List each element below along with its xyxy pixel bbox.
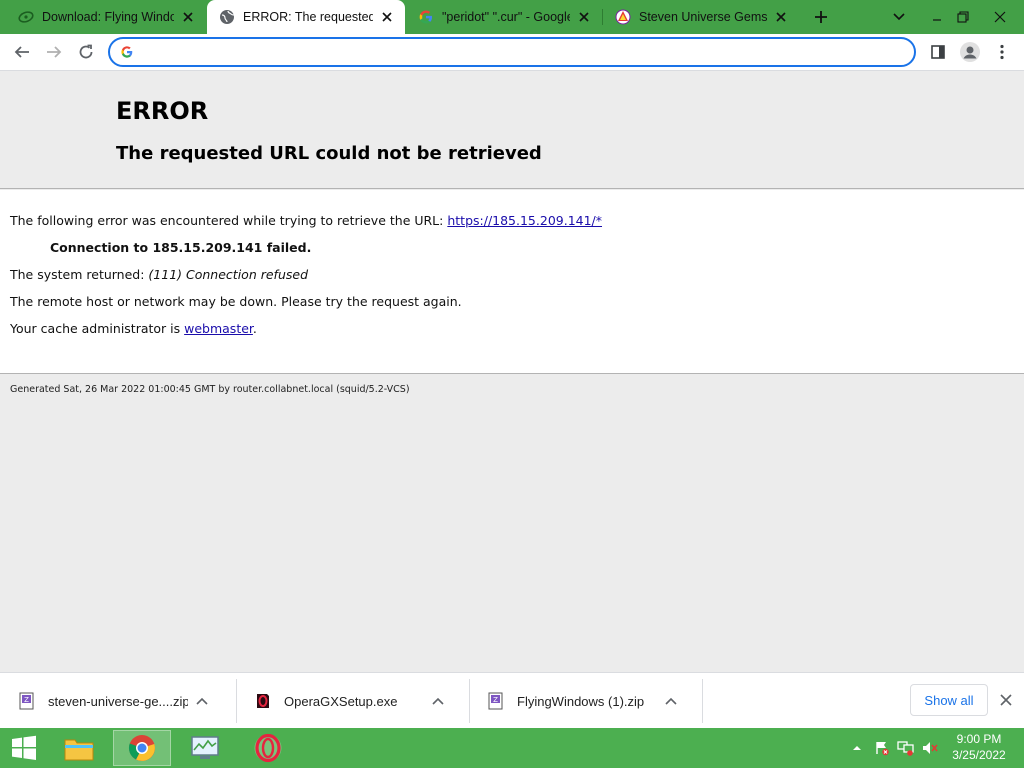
download-item[interactable]: Z FlyingWindows (1).zip: [469, 679, 702, 723]
restore-button[interactable]: [948, 0, 978, 34]
avatar-icon: [960, 42, 980, 62]
arrow-left-icon: [14, 46, 29, 58]
download-item[interactable]: OperaGXSetup.exe: [236, 679, 469, 723]
error-title: ERROR: [116, 97, 209, 125]
chrome-icon: [128, 735, 155, 761]
chevron-down-icon: [893, 13, 905, 21]
error-subtitle: The requested URL could not be retrieved: [116, 143, 542, 164]
tab-google-search-peridot[interactable]: "peridot" ".cur" - Google Search: [406, 0, 602, 34]
webmaster-link[interactable]: webmaster: [184, 321, 253, 336]
windows-logo-icon: [12, 735, 36, 760]
taskbar-opera-gx[interactable]: [239, 730, 297, 766]
tab-strip: Download: Flying Windows ERROR: The requ…: [0, 0, 1024, 34]
tab-title: ERROR: The requested URL: [243, 10, 373, 24]
download-item[interactable]: Z steven-universe-ge....zip: [0, 679, 236, 723]
download-bar: Z steven-universe-ge....zip OperaGXSetup…: [0, 672, 1024, 728]
system-returned-label: The system returned:: [10, 267, 149, 282]
show-all-downloads-button[interactable]: Show all: [910, 684, 988, 716]
connection-failed-text: Connection to 185.15.209.141 failed.: [50, 240, 312, 255]
failed-url-link[interactable]: https://185.15.209.141/*: [447, 213, 602, 228]
caret-up-icon: [853, 746, 861, 750]
chevron-up-icon[interactable]: [428, 691, 448, 711]
generated-note: Generated Sat, 26 Mar 2022 01:00:45 GMT …: [10, 384, 410, 395]
folder-icon: [64, 739, 94, 761]
menu-button[interactable]: [988, 38, 1016, 66]
remote-host-text: The remote host or network may be down. …: [10, 294, 462, 309]
chevron-up-icon[interactable]: [661, 691, 681, 711]
system-returned-line: The system returned: (111) Connection re…: [10, 267, 308, 282]
svg-text:Z: Z: [24, 696, 29, 704]
error-intro-line: The following error was encountered whil…: [10, 213, 602, 228]
reload-icon: [79, 44, 93, 59]
chevron-up-icon[interactable]: [192, 691, 212, 711]
arrow-right-icon: [47, 46, 62, 58]
close-tab-icon[interactable]: [379, 9, 395, 25]
download-filename: FlyingWindows (1).zip: [517, 693, 645, 709]
profile-button[interactable]: [956, 38, 984, 66]
svg-text:Z: Z: [493, 696, 498, 704]
taskbar-task-manager[interactable]: [176, 730, 234, 766]
tab-error-requested-url[interactable]: ERROR: The requested URL: [207, 0, 405, 34]
taskbar-file-explorer[interactable]: [50, 730, 108, 766]
tab-title: Steven Universe Gems Cursors: [639, 10, 767, 24]
opera-gx-icon: [254, 692, 272, 710]
cache-admin-line: Your cache administrator is webmaster.: [10, 321, 257, 336]
system-returned-value: (111) Connection refused: [148, 267, 308, 282]
kebab-menu-icon: [1000, 44, 1004, 60]
task-manager-icon: [191, 736, 219, 759]
network-icon[interactable]: [896, 728, 916, 768]
new-tab-button[interactable]: [806, 0, 836, 34]
browser-toolbar: [0, 34, 1024, 71]
clock-date: 3/25/2022: [952, 748, 1006, 762]
volume-muted-icon[interactable]: [920, 728, 940, 768]
page-content: ERROR The requested URL could not be ret…: [0, 71, 1024, 672]
tab-search-button[interactable]: [884, 0, 914, 34]
google-g-icon: [418, 9, 434, 25]
plus-icon: [815, 11, 827, 23]
close-tab-icon[interactable]: [180, 9, 196, 25]
close-tab-icon[interactable]: [576, 9, 592, 25]
cache-admin-suffix: .: [252, 321, 257, 336]
address-input[interactable]: [140, 41, 914, 63]
side-panel-button[interactable]: [924, 38, 952, 66]
action-center-icon[interactable]: [872, 728, 892, 768]
intro-text: The following error was encountered whil…: [10, 213, 448, 228]
taskbar-clock[interactable]: 9:00 PM 3/25/2022: [938, 731, 1020, 765]
minimize-icon: [933, 19, 941, 21]
close-tab-icon[interactable]: [773, 9, 789, 25]
tab-steven-universe-gems[interactable]: Steven Universe Gems Cursors: [603, 0, 799, 34]
address-bar[interactable]: [108, 37, 916, 67]
zip-file-icon: Z: [487, 692, 505, 710]
restore-icon: [957, 11, 969, 23]
firefox-swirl-icon: [18, 9, 34, 25]
google-g-icon: [120, 45, 134, 59]
tab-title: "peridot" ".cur" - Google Search: [442, 10, 570, 24]
side-panel-icon: [931, 45, 945, 59]
windows-taskbar: 9:00 PM 3/25/2022: [0, 728, 1024, 768]
back-button[interactable]: [8, 38, 36, 66]
cache-admin-prefix: Your cache administrator is: [10, 321, 185, 336]
taskbar-chrome[interactable]: [113, 730, 171, 766]
error-header: ERROR The requested URL could not be ret…: [0, 71, 1024, 189]
download-separator: [702, 679, 703, 723]
download-filename: OperaGXSetup.exe: [284, 693, 398, 709]
opera-icon: [254, 733, 282, 763]
zip-file-icon: Z: [18, 692, 36, 710]
close-window-button[interactable]: [980, 0, 1020, 34]
close-icon: [1000, 694, 1012, 706]
close-icon: [994, 11, 1006, 23]
forward-button[interactable]: [40, 38, 68, 66]
tab-title: Download: Flying Windows: [42, 10, 174, 24]
tab-download-flying-windows[interactable]: Download: Flying Windows: [6, 0, 206, 34]
clock-time: 9:00 PM: [956, 732, 1002, 746]
site-icon: [615, 9, 631, 25]
reload-button[interactable]: [72, 38, 100, 66]
globe-icon: [219, 9, 235, 25]
start-button[interactable]: [0, 728, 48, 768]
close-download-bar-button[interactable]: [996, 690, 1016, 710]
show-hidden-icons-button[interactable]: [848, 728, 866, 768]
download-filename: steven-universe-ge....zip: [48, 693, 188, 709]
error-details: The following error was encountered whil…: [0, 190, 1024, 374]
